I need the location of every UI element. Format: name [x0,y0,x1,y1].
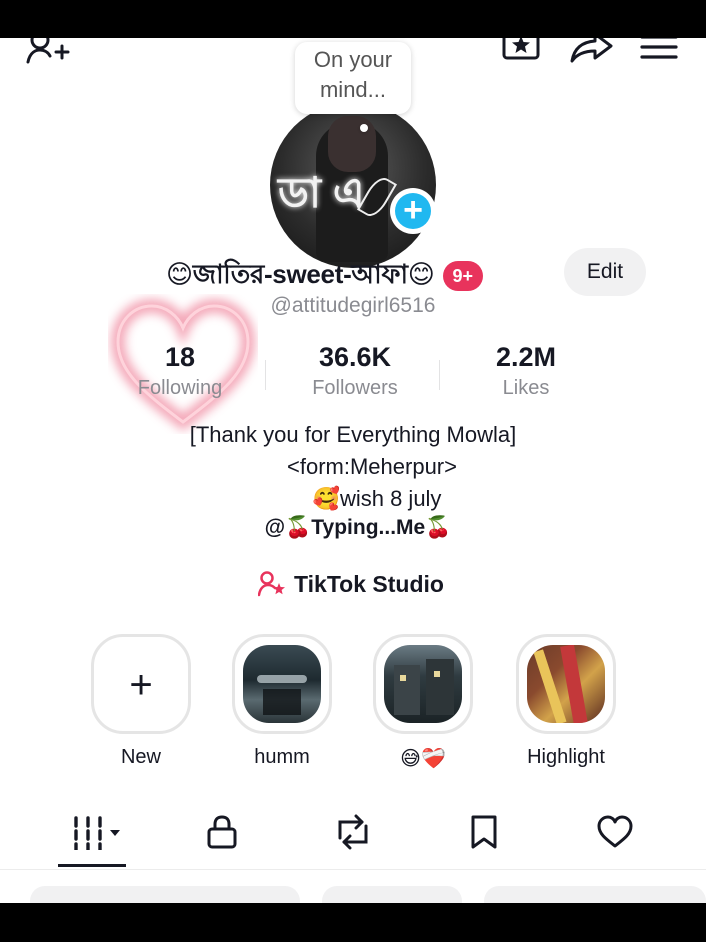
followers-count: 36.6K [318,342,392,372]
highlight-label: Highlight [527,746,605,768]
following-count: 18 [164,342,196,372]
lock-icon[interactable] [206,814,238,850]
bio-line: 🥰wish 8 july [312,486,442,511]
status-bubble-line1: On your [313,47,393,72]
stats-divider [439,360,440,390]
status-bubble[interactable]: On your mind... [295,42,411,114]
repost-icon[interactable] [334,814,372,850]
add-friend-icon[interactable] [26,38,70,66]
bookmark-icon[interactable] [470,814,498,850]
filter-chip[interactable] [322,886,462,903]
avatar[interactable]: ডা এ [270,102,436,268]
plus-icon: + [395,193,431,229]
highlight-humm[interactable]: humm [230,634,334,769]
avatar-text-art: ডা এ [278,169,365,216]
followers-label: Followers [312,377,398,399]
likes-stat[interactable]: 2.2M Likes [448,342,604,400]
highlight-label: 😅❤️‍🩹 [400,748,446,770]
highlight-circle[interactable] [373,634,473,734]
following-label: Following [137,377,223,399]
tiktok-studio-label: TikTok Studio [294,570,444,597]
name-row: 😊জাতির-sweet-আফা😊 9+ [166,256,484,296]
heart-icon[interactable] [596,814,634,850]
likes-count: 2.2M [495,342,557,372]
highlight-highlight[interactable]: Highlight [514,634,618,769]
username: @attitudegirl6516 [270,294,436,317]
highlight-new[interactable]: + New [89,634,193,769]
tabs-separator [0,869,706,870]
filter-chip[interactable] [30,886,300,903]
add-story-button[interactable]: + [390,188,436,234]
creator-star-icon [258,571,285,597]
status-bubble-tail [360,124,368,132]
highlight-emoji[interactable]: 😅❤️‍🩹 [371,634,475,771]
highlight-thumbnail [527,645,605,723]
likes-label: Likes [502,377,550,399]
videos-grid-icon[interactable] [72,814,124,850]
highlight-label: New [120,746,161,768]
highlight-circle[interactable] [516,634,616,734]
filter-chip[interactable] [484,886,706,903]
edit-profile-button[interactable]: Edit [564,248,646,296]
content-tabs [0,808,706,868]
favorites-icon[interactable] [502,38,542,62]
notification-badge[interactable]: 9+ [442,261,484,291]
highlight-circle[interactable] [232,634,332,734]
followers-stat[interactable]: 36.6K Followers [266,342,444,400]
share-icon[interactable] [569,38,613,64]
following-stat[interactable]: 18 Following [96,342,264,400]
status-bubble-line2: mind... [319,77,387,102]
bottom-black-bar [0,903,706,942]
stats-row: 18 Following 36.6K Followers 2.2M Likes [96,342,626,412]
top-black-bar [0,0,706,38]
display-name: 😊জাতির-sweet-আফা😊 [166,259,435,289]
highlight-label: humm [254,746,310,768]
highlight-thumbnail [243,645,321,723]
highlight-thumbnail [384,645,462,723]
active-tab-indicator [58,864,126,867]
highlight-new-circle[interactable]: + [91,634,191,734]
profile-screen: ডা এ + On your mind... 😊জাতির-sweet-আফা😊… [0,38,706,903]
bio-line: <form:Meherpur> [287,454,457,479]
tiktok-studio-link[interactable]: TikTok Studio [258,568,444,600]
bio-line: [Thank you for Everything Mowla] [189,422,517,447]
plus-icon: + [129,663,153,707]
menu-icon[interactable] [640,38,678,60]
bio-mention[interactable]: @🍒Typing...Me🍒 [0,516,706,540]
